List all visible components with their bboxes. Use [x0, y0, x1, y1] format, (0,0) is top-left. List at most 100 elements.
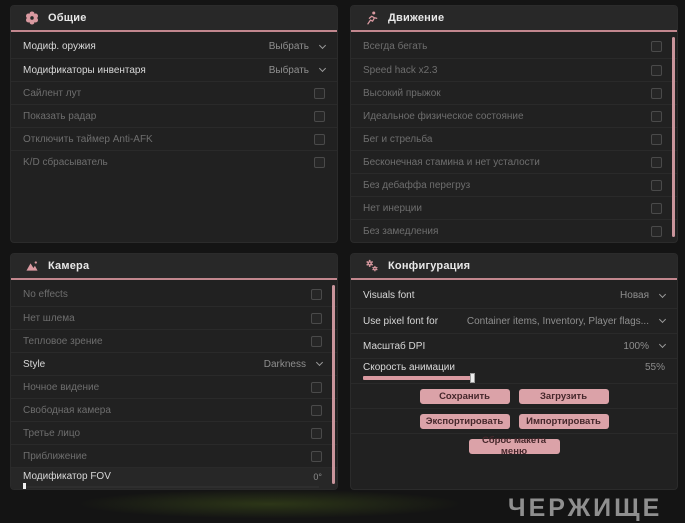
animation-speed-slider[interactable]	[363, 373, 475, 383]
row-animation-speed: Скорость анимации 55%	[351, 358, 677, 383]
no-inertia-checkbox[interactable]	[651, 202, 662, 214]
row-label: Отключить таймер Anti-AFK	[23, 133, 153, 145]
visuals-font-dropdown[interactable]: Новая	[620, 290, 667, 301]
show-radar-checkbox[interactable]	[314, 110, 325, 122]
free-camera-checkbox[interactable]	[311, 404, 322, 416]
row-label: No effects	[23, 289, 68, 300]
run-and-shoot-checkbox[interactable]	[651, 133, 662, 145]
no-effects-checkbox[interactable]	[311, 289, 322, 300]
panel-general: Общие Модиф. оружия Выбрать Модификаторы…	[10, 5, 338, 243]
row-label: K/D сбрасыватель	[23, 156, 108, 168]
config-buttons-row-2: Экспортировать Импортировать	[351, 408, 677, 433]
infinite-stamina-checkbox[interactable]	[651, 156, 662, 168]
dropdown-value: Выбрать	[268, 41, 309, 52]
row-label: Показать радар	[23, 110, 97, 122]
reset-menu-layout-button[interactable]: Сброс макета меню	[468, 435, 560, 457]
config-buttons-row-1: Сохранить Загрузить	[351, 383, 677, 408]
panel-config: Конфигурация Visuals font Новая Use pixe…	[350, 253, 678, 490]
row-label: Модиф. оружия	[23, 41, 96, 52]
chevron-down-icon	[318, 41, 327, 49]
perfect-condition-checkbox[interactable]	[651, 110, 662, 122]
speed-hack-checkbox[interactable]	[651, 64, 662, 76]
chevron-down-icon	[658, 315, 667, 324]
row-fov-modifier: Модификатор FOV 0°	[11, 467, 337, 489]
export-button[interactable]: Экспортировать	[419, 413, 510, 429]
fov-slider[interactable]	[23, 483, 319, 489]
row-label: Сайлент лут	[23, 87, 82, 99]
import-button[interactable]: Импортировать	[518, 413, 609, 429]
row-show-radar: Показать радар	[11, 104, 337, 127]
panel-config-header[interactable]: Конфигурация	[351, 254, 677, 280]
no-overload-debuff-checkbox[interactable]	[651, 179, 662, 191]
runner-icon	[365, 11, 379, 25]
row-label: Бег и стрельба	[363, 133, 433, 145]
row-label: Модификаторы инвентаря	[23, 64, 146, 76]
row-no-effects: No effects	[11, 283, 337, 306]
row-high-jump: Высокий прыжок	[351, 81, 677, 104]
row-label: Приближение	[23, 450, 87, 462]
night-vision-checkbox[interactable]	[311, 381, 322, 393]
game-background-glow	[70, 489, 470, 519]
row-run-and-shoot: Бег и стрельба	[351, 127, 677, 150]
fov-slider-handle[interactable]	[23, 483, 26, 489]
panel-general-header[interactable]: Общие	[11, 6, 337, 32]
row-speed-hack: Speed hack x2.3	[351, 58, 677, 81]
row-label: Свободная камера	[23, 404, 111, 416]
location-text: ЧЕРЖИЩЕ	[508, 494, 663, 522]
animation-speed-slider-handle[interactable]	[470, 373, 475, 383]
dpi-scale-dropdown[interactable]: 100%	[623, 340, 667, 352]
load-button[interactable]: Загрузить	[518, 388, 609, 404]
high-jump-checkbox[interactable]	[651, 87, 662, 99]
panel-movement-header[interactable]: Движение	[351, 6, 677, 32]
row-inventory-modifiers: Модификаторы инвентаря Выбрать	[11, 58, 337, 81]
chevron-down-icon	[318, 64, 327, 73]
landscape-icon	[25, 259, 39, 273]
dropdown-value: Darkness	[263, 358, 306, 370]
row-label: Скорость анимации	[363, 362, 455, 373]
save-button[interactable]: Сохранить	[419, 388, 510, 404]
dropdown-value: 100%	[623, 340, 649, 352]
row-thermal-vision: Тепловое зрение	[11, 329, 337, 352]
flower-icon	[25, 11, 39, 25]
panel-title: Конфигурация	[388, 260, 471, 272]
thermal-vision-checkbox[interactable]	[311, 335, 322, 347]
panel-camera: Камера No effects Нет шлема Тепловое зре…	[10, 253, 338, 490]
movement-scrollbar[interactable]	[672, 37, 675, 237]
anti-afk-checkbox[interactable]	[314, 133, 325, 145]
chevron-down-icon	[658, 290, 667, 298]
fov-value: 0°	[313, 471, 322, 482]
row-label: Всегда бегать	[363, 41, 428, 52]
zoom-checkbox[interactable]	[311, 450, 322, 462]
inventory-modifiers-dropdown[interactable]: Выбрать	[268, 64, 327, 76]
row-label: Use pixel font for	[363, 315, 439, 327]
no-slowdown-checkbox[interactable]	[651, 225, 662, 237]
no-helmet-checkbox[interactable]	[311, 312, 322, 324]
panel-title: Камера	[48, 260, 90, 272]
row-third-person: Третье лицо	[11, 421, 337, 444]
gears-icon	[365, 259, 379, 273]
dropdown-value: Новая	[620, 290, 649, 301]
panel-camera-header[interactable]: Камера	[11, 254, 337, 280]
row-label: Модификатор FOV	[23, 471, 111, 482]
row-label: Без дебаффа перегруз	[363, 179, 471, 191]
row-label: Идеальное физическое состояние	[363, 110, 524, 122]
row-label: Visuals font	[363, 290, 415, 301]
pixel-font-dropdown[interactable]: Container items, Inventory, Player flags…	[467, 315, 667, 327]
row-style: Style Darkness	[11, 352, 337, 375]
dropdown-value: Выбрать	[268, 64, 309, 76]
row-label: Без замедления	[363, 225, 439, 237]
chevron-down-icon	[658, 340, 667, 349]
always-run-checkbox[interactable]	[651, 41, 662, 52]
config-buttons-row-3: Сброс макета меню	[351, 433, 677, 458]
row-always-run: Всегда бегать	[351, 35, 677, 58]
row-night-vision: Ночное видение	[11, 375, 337, 398]
row-label: Бесконечная стамина и нет усталости	[363, 156, 540, 168]
camera-scrollbar[interactable]	[332, 285, 335, 484]
weapon-modifier-dropdown[interactable]: Выбрать	[268, 41, 327, 52]
kd-resetter-checkbox[interactable]	[314, 156, 325, 168]
style-dropdown[interactable]: Darkness	[263, 358, 324, 370]
silent-loot-checkbox[interactable]	[314, 87, 325, 99]
row-label: Нет шлема	[23, 312, 75, 324]
third-person-checkbox[interactable]	[311, 427, 322, 439]
row-zoom: Приближение	[11, 444, 337, 467]
